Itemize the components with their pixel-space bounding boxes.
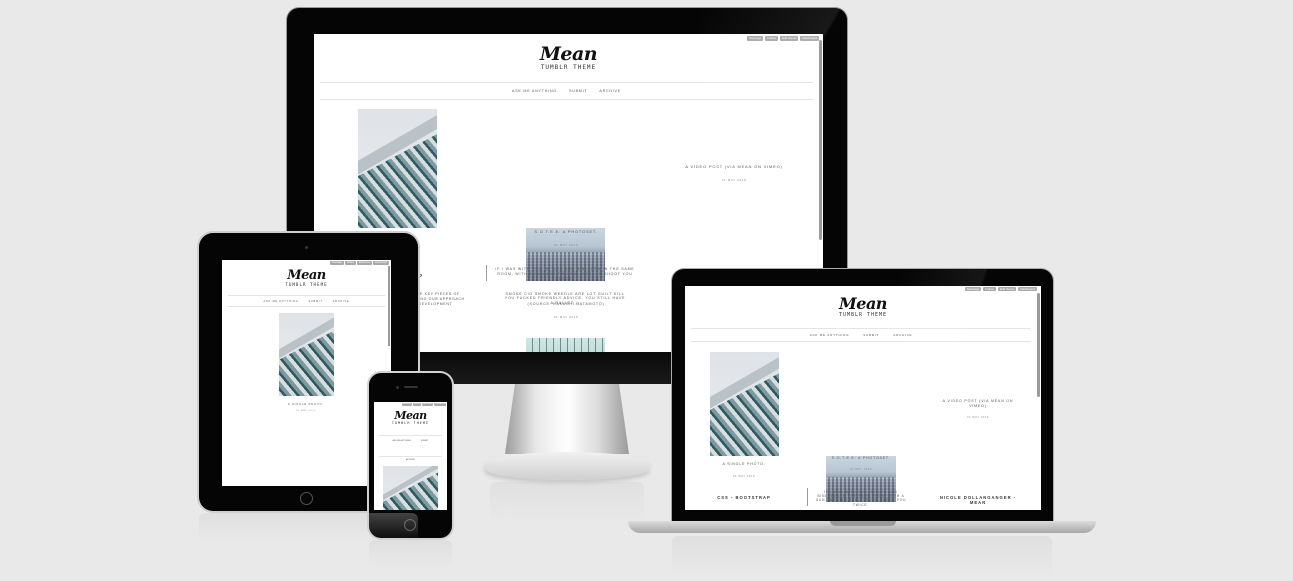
- photoset-date: 31 MAY 2016: [553, 243, 579, 247]
- site-logo[interactable]: Mean TUMBLR THEME: [374, 410, 447, 425]
- dashboard-button[interactable]: Dashboard: [800, 36, 819, 41]
- message-button[interactable]: Message: [747, 36, 764, 41]
- nav-ask-me-anything[interactable]: ASK ME ANYTHING: [810, 333, 850, 337]
- main-nav: ASK ME ANYTHING SUBMIT ARCHIVE: [228, 295, 385, 307]
- photoset-caption: S.O.T.E.E: A PHOTOSET.: [534, 229, 598, 234]
- logo-subtitle: TUMBLR THEME: [285, 282, 328, 287]
- single-photo-image[interactable]: [710, 352, 779, 456]
- tumblr-controls-tablet: Message Follow Edit theme Dashboard: [330, 261, 389, 265]
- nav-ask-me-anything[interactable]: ASK ME ANYTHING: [512, 89, 557, 93]
- photoset-image-2[interactable]: [526, 338, 605, 352]
- imac-stand: [505, 384, 629, 454]
- text-post-body-fragment: THE KEY PIECES OF IDING OUR APPROACH E D…: [414, 292, 465, 306]
- logo-script: Mean: [539, 43, 598, 65]
- message-button[interactable]: Message: [401, 403, 412, 406]
- link-post-source: (SOURCE: KAKASHI.HATAMOTO): [527, 302, 605, 306]
- nav-archive[interactable]: ARCHIVE: [406, 459, 415, 461]
- dashboard-button[interactable]: Dashboard: [1018, 287, 1037, 291]
- phone-screen: Message Follow Edit theme Dashboard Mean…: [374, 402, 447, 510]
- video-caption: A VIDEO POST (VIA MEAN ON VIMEO): [942, 399, 1014, 408]
- tumblr-controls: Message Follow Edit theme Dashboard: [747, 36, 819, 41]
- imac-reflection: [490, 482, 644, 522]
- nav-ask-me-anything[interactable]: ASK ME ANYTHING: [264, 300, 299, 303]
- site-logo[interactable]: Mean TUMBLR THEME: [685, 294, 1041, 319]
- single-photo-caption: A SINGLE PHOTO.: [287, 402, 325, 406]
- logo-subtitle: TUMBLR THEME: [540, 64, 597, 71]
- dashboard-button[interactable]: Dashboard: [373, 261, 389, 265]
- text-post-title: CSS - BOOTSTRAP: [717, 495, 771, 500]
- laptop-screen: Message Follow Edit theme Dashboard Mean…: [685, 286, 1041, 510]
- tablet-screen: Message Follow Edit theme Dashboard Mean…: [222, 260, 391, 486]
- photoset-date: 31 MAY 2016: [849, 468, 873, 471]
- quote-date: 31 MAY 2016: [553, 315, 579, 319]
- phone-reflection: [369, 540, 452, 568]
- right-post-title: NICOLE DOLLANGANGER - MEAN: [939, 495, 1017, 506]
- main-nav: ASK ME ANYTHING SUBMIT ARCHIVE: [379, 435, 442, 461]
- single-photo-image[interactable]: [358, 109, 437, 228]
- single-photo-image[interactable]: [279, 313, 334, 396]
- message-button[interactable]: Message: [965, 287, 982, 291]
- responsive-mockup-stage: Message Follow Edit theme Dashboard Mean…: [0, 0, 1293, 581]
- logo-script: Mean: [394, 409, 427, 422]
- main-nav: ASK ME ANYTHING SUBMIT ARCHIVE: [691, 328, 1031, 342]
- nav-submit[interactable]: SUBMIT: [569, 89, 587, 93]
- tumblr-controls-phone: Message Follow Edit theme Dashboard: [401, 403, 446, 406]
- nav-submit[interactable]: SUBMIT: [308, 300, 322, 303]
- logo-script: Mean: [287, 268, 326, 283]
- edit-theme-button[interactable]: Edit theme: [356, 261, 373, 265]
- logo-subtitle: TUMBLR THEME: [838, 312, 888, 318]
- tumblr-controls-laptop: Message Follow Edit theme Dashboard: [965, 287, 1037, 291]
- follow-button[interactable]: Follow: [765, 36, 778, 41]
- imac-base: [485, 452, 649, 480]
- main-nav: ASK ME ANYTHING SUBMIT ARCHIVE: [320, 82, 813, 100]
- single-photo-date: 31 MAY 2016: [732, 475, 756, 478]
- edit-theme-button[interactable]: Edit theme: [997, 287, 1017, 291]
- phone-camera: [396, 386, 399, 389]
- single-photo-image[interactable]: [383, 466, 438, 510]
- follow-button[interactable]: Follow: [344, 261, 356, 265]
- nav-archive[interactable]: ARCHIVE: [893, 333, 912, 337]
- edit-theme-button[interactable]: Edit theme: [779, 36, 799, 41]
- laptop-reflection: [672, 536, 1052, 576]
- photoset-caption: S.O.T.E.E: A PHOTOSET.: [831, 456, 891, 460]
- single-photo-caption: A SINGLE PHOTO.: [722, 462, 766, 466]
- nav-submit[interactable]: SUBMIT: [863, 333, 879, 337]
- quote-text: IF I WAS WITH YOU, HITLER AND BINLADEN I…: [495, 267, 635, 281]
- phone-speaker: [404, 386, 418, 388]
- message-button[interactable]: Message: [330, 261, 344, 265]
- site-logo[interactable]: Mean TUMBLR THEME: [222, 269, 391, 287]
- follow-button[interactable]: Follow: [983, 287, 996, 291]
- single-photo-date: 31 MAY 2016: [296, 410, 316, 412]
- laptop-notch: [830, 521, 896, 526]
- nav-ask-me-anything[interactable]: ASK ME ANYTHING: [393, 440, 411, 442]
- tablet-home-button: [300, 492, 313, 505]
- quote-text: IF I WAS WITH YOU, HITLER AND BINLADEN I…: [815, 490, 907, 507]
- site-logo[interactable]: Mean TUMBLR THEME: [314, 44, 823, 71]
- nav-archive[interactable]: ARCHIVE: [333, 300, 350, 303]
- follow-button[interactable]: Follow: [412, 403, 421, 406]
- video-date: 31 MAY 2016: [966, 416, 990, 419]
- nav-archive[interactable]: ARCHIVE: [599, 89, 621, 93]
- tablet-reflection: [199, 513, 418, 543]
- logo-subtitle: TUMBLR THEME: [391, 421, 430, 425]
- edit-theme-button[interactable]: Edit theme: [421, 403, 434, 406]
- dashboard-button[interactable]: Dashboard: [434, 403, 446, 406]
- quote-rule: [486, 265, 487, 281]
- quote-rule: [807, 488, 808, 506]
- logo-script: Mean: [839, 294, 887, 313]
- tablet-camera: [305, 246, 308, 249]
- video-caption: A VIDEO POST (VIA MEAN ON VIMEO): [685, 164, 783, 169]
- nav-submit[interactable]: SUBMIT: [421, 440, 429, 442]
- video-date: 31 MAY 2016: [721, 178, 747, 182]
